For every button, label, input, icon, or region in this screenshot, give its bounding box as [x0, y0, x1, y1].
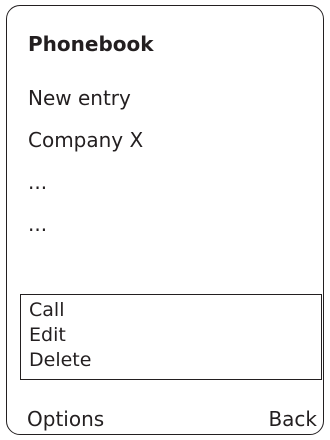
options-softkey[interactable]: Options	[27, 406, 104, 432]
options-menu: Call Edit Delete	[20, 294, 322, 380]
screen-title: Phonebook	[28, 32, 154, 56]
back-softkey[interactable]: Back	[268, 406, 317, 432]
phonebook-entry-placeholder[interactable]: ...	[28, 169, 47, 195]
phonebook-entry-company[interactable]: Company X	[28, 127, 143, 153]
menu-item-edit[interactable]: Edit	[29, 324, 66, 346]
phonebook-entry-new[interactable]: New entry	[28, 85, 131, 111]
menu-item-call[interactable]: Call	[29, 299, 64, 321]
menu-item-delete[interactable]: Delete	[29, 349, 91, 371]
phonebook-entry-placeholder[interactable]: ...	[28, 211, 47, 237]
